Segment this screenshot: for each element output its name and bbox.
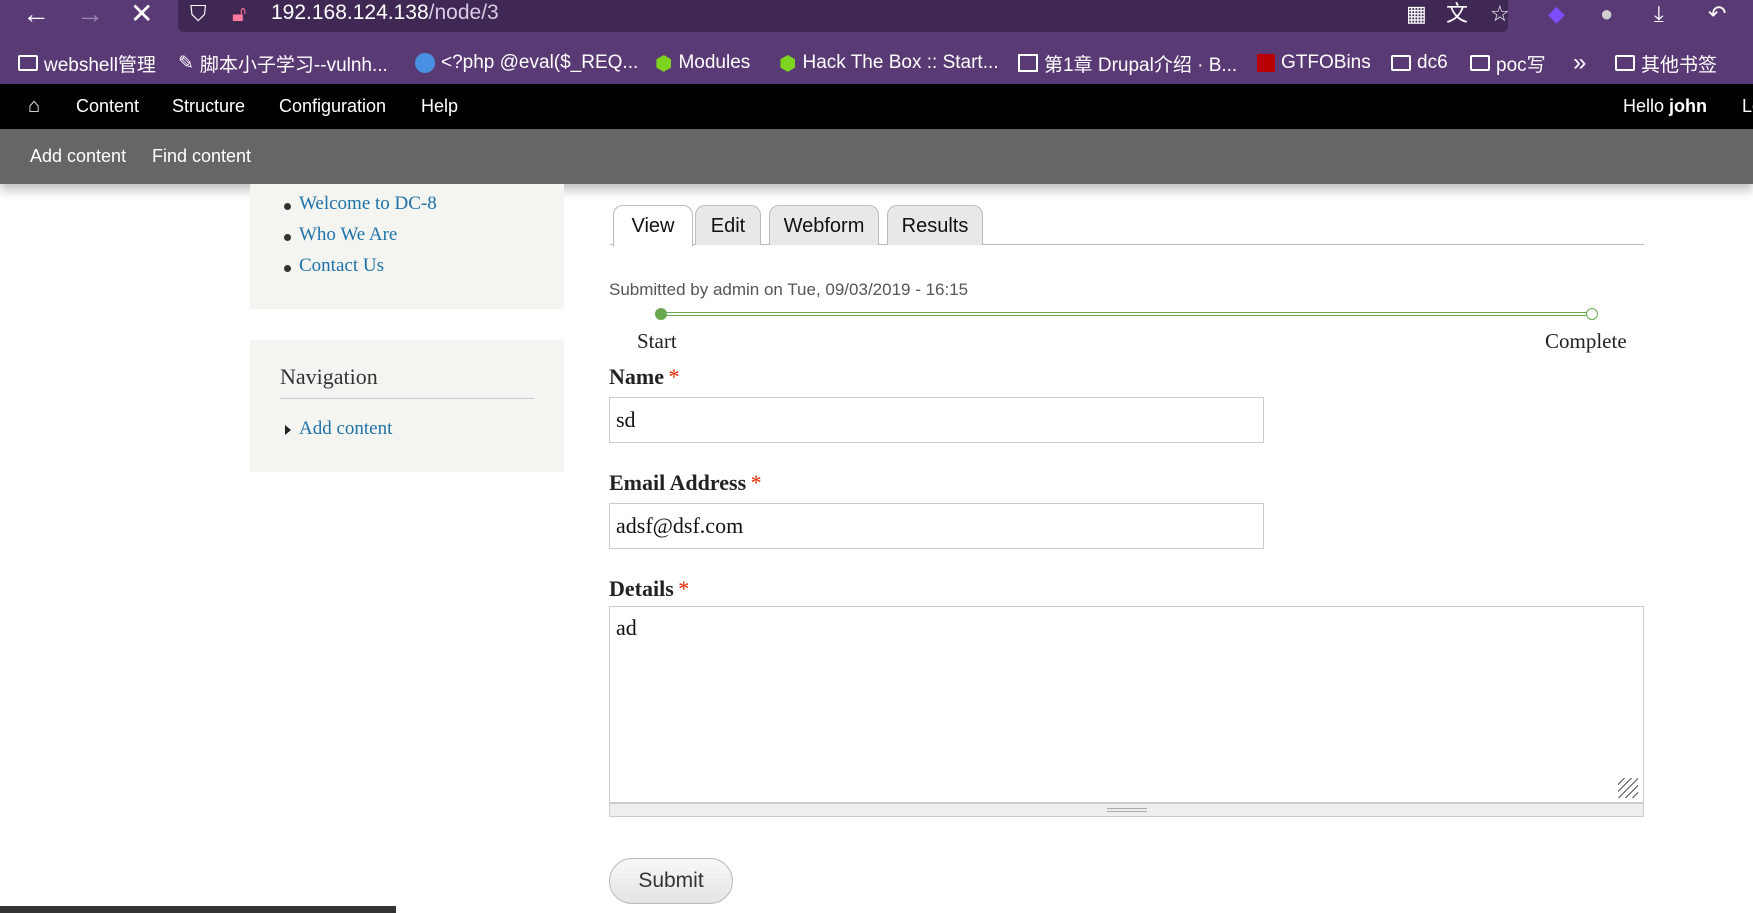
home-icon[interactable]: ⌂ [28,84,40,129]
tray-add-content[interactable]: Add content [30,129,126,184]
cube-icon: ⬢ [779,52,797,75]
script-icon: ✎ [178,52,194,74]
bookmark-label: GTFOBins [1281,52,1371,73]
required-marker: * [678,576,690,601]
email-label: Email Address * [609,470,762,496]
details-label: Details * [609,576,689,602]
bookmark-item[interactable]: 第1章 Drupal介绍 · B... [1018,49,1237,77]
insecure-lock-icon[interactable]: 🔓︎ [232,2,246,26]
bookmark-label: dc6 [1417,52,1448,73]
caret-right-icon [285,425,291,435]
bookmark-item[interactable]: poc写 [1470,49,1546,77]
undo-icon[interactable]: ↶ [1708,2,1726,26]
divider [280,398,534,399]
bookmark-item[interactable]: ⬢ Modules [655,49,750,77]
book-icon [1018,54,1038,72]
tab-webform[interactable]: Webform [769,205,879,245]
extension-icon[interactable]: ◆ [1548,2,1565,26]
back-icon[interactable]: ← [22,0,50,28]
details-label-text: Details [609,576,674,601]
email-input[interactable] [609,503,1264,549]
stop-loading-icon[interactable]: ✕ [130,0,153,28]
list-bullet [284,203,291,210]
url-text[interactable]: 192.168.124.138/node/3 [271,0,499,26]
toolbar-help[interactable]: Help [421,84,458,129]
submit-button[interactable]: Submit [609,858,733,904]
cube-icon: ⬢ [655,52,673,75]
url-host: 192.168.124.138 [271,1,429,24]
folder-icon [1470,55,1490,71]
bookmark-label: <?php @eval($_REQ... [441,52,639,73]
username: john [1669,96,1708,116]
url-path: /node/3 [428,1,499,24]
folder-icon [1615,55,1635,71]
progress-track [661,312,1592,316]
list-bullet [284,234,291,241]
bookmark-label: poc写 [1496,54,1546,76]
menu-link-welcome[interactable]: Welcome to DC-8 [299,193,437,215]
grid-icon [1257,54,1275,72]
submitted-info: Submitted by admin on Tue, 09/03/2019 - … [609,280,969,299]
profile-icon[interactable]: ● [1600,2,1613,26]
toolbar-structure[interactable]: Structure [172,84,245,129]
list-bullet [284,265,291,272]
bookmark-label: Modules [678,52,751,73]
logout-link[interactable]: Lo [1742,84,1753,129]
tray-find-content[interactable]: Find content [152,129,251,184]
resize-handle-icon[interactable] [1618,778,1638,798]
progress-start-label: Start [637,329,677,353]
bookmark-star-icon[interactable]: ☆ [1490,2,1510,26]
status-bar [0,906,396,913]
shield-icon[interactable]: ⛉ [190,2,207,26]
folder-icon [1391,55,1411,71]
bookmark-item[interactable]: dc6 [1391,49,1448,77]
progress-step-start [655,308,667,320]
bookmark-item[interactable]: 其他书签 [1615,49,1717,77]
grippie-lines-icon [1107,808,1147,812]
required-marker: * [668,364,680,389]
qr-code-icon[interactable]: ▦ [1406,2,1427,26]
name-input[interactable] [609,397,1264,443]
user-greeting[interactable]: Hello john [1623,84,1707,129]
toolbar-tray [0,129,1753,184]
nav-add-content[interactable]: Add content [299,418,392,440]
bookmark-item[interactable]: » [1573,49,1586,77]
bookmark-item[interactable]: GTFOBins [1257,49,1371,77]
bookmark-label: 脚本小子学习--vulnh... [199,54,388,76]
bookmark-label: webshell管理 [44,54,156,76]
folder-icon [18,55,38,71]
bookmark-label: » [1573,49,1587,76]
greeting-text: Hello [1623,96,1670,116]
name-label-text: Name [609,364,664,389]
download-icon[interactable]: ⤓ [1654,2,1664,26]
bookmark-item[interactable]: ⬢ Hack The Box :: Start... [779,49,999,77]
tab-results[interactable]: Results [887,205,983,245]
details-textarea[interactable]: ad [609,606,1644,803]
bookmark-label: 其他书签 [1641,54,1718,76]
toolbar-content[interactable]: Content [76,84,139,129]
tabs-baseline [610,244,1644,245]
bookmark-item[interactable]: webshell管理 [18,49,156,77]
name-label: Name * [609,364,679,390]
bookmark-label: 第1章 Drupal介绍 · B... [1044,54,1238,76]
progress-step-complete [1586,308,1598,320]
search-icon [415,53,435,73]
forward-icon[interactable]: → [76,0,104,28]
admin-toolbar [0,84,1753,129]
tab-view[interactable]: View [613,205,693,247]
translate-icon[interactable]: 文 [1446,2,1468,26]
required-marker: * [750,470,762,495]
email-label-text: Email Address [609,470,747,495]
navigation-block [250,340,564,472]
progress-complete-label: Complete [1545,329,1627,353]
tab-edit[interactable]: Edit [695,205,761,245]
menu-link-contact[interactable]: Contact Us [299,255,384,277]
navigation-title: Navigation [280,364,378,389]
bookmark-item[interactable]: <?php @eval($_REQ... [415,49,638,77]
menu-link-who-we-are[interactable]: Who We Are [299,224,397,246]
bookmark-label: Hack The Box :: Start... [802,52,999,73]
toolbar-configuration[interactable]: Configuration [279,84,386,129]
bookmark-item[interactable]: ✎ 脚本小子学习--vulnh... [178,49,388,77]
